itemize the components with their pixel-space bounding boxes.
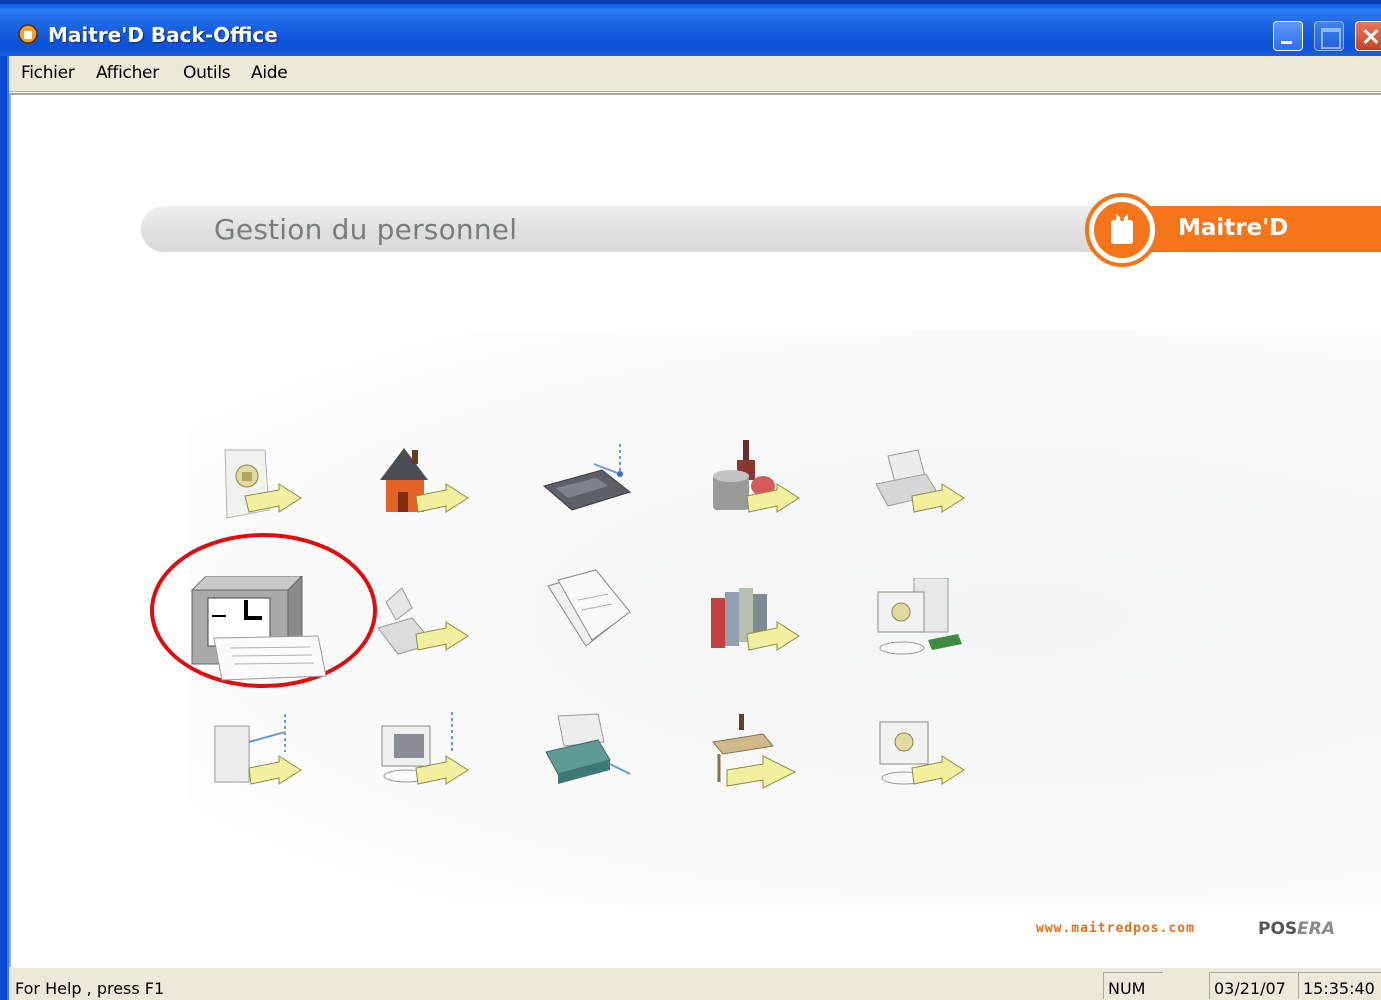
menu-fichier[interactable]: Fichier [21,63,75,83]
posera-logo: POSERA [1258,919,1335,939]
scanner-export-icon[interactable] [372,578,482,678]
server-export-icon[interactable] [205,712,315,812]
documents-icon[interactable] [538,566,648,666]
window-title: Maitre'D Back-Office [48,23,278,47]
footer-url-link[interactable]: www.maitredpos.com [1036,921,1195,936]
printer-export-icon[interactable] [868,440,978,540]
computer-export-icon[interactable] [868,578,978,678]
status-time: 15:35:40 [1298,972,1381,999]
maximize-button[interactable] [1314,21,1344,51]
status-date: 03/21/07 [1209,972,1297,999]
calculator-export-icon[interactable] [538,440,648,540]
maitred-logo-inner [1094,202,1150,258]
title-bar[interactable]: Maitre'D Back-Office [0,0,1381,56]
menu-outils[interactable]: Outils [183,63,231,83]
table-export-icon[interactable] [703,712,813,812]
device-export-icon[interactable] [538,712,648,812]
status-num-indicator: NUM [1103,972,1163,999]
waiter-icon [1111,214,1133,244]
maitred-app-icon [18,24,38,44]
status-help-text: For Help , press F1 [15,979,165,998]
menu-afficher[interactable]: Afficher [96,63,159,83]
minimize-button[interactable] [1273,21,1303,51]
section-title: Gestion du personnel [214,213,518,246]
status-bar: For Help , press F1 NUM 03/21/07 15:35:4… [9,967,1381,1000]
brand-era-text: ERA [1297,919,1336,939]
house-export-icon[interactable] [372,440,482,540]
logo-text: Maitre'D [1178,215,1289,241]
brand-pos-text: POS [1258,919,1298,939]
menu-bar: Fichier Afficher Outils Aide [9,56,1381,92]
binders-export-icon[interactable] [703,578,813,678]
menu-aide[interactable]: Aide [251,63,288,83]
close-button[interactable] [1355,21,1381,51]
monitor-export-icon[interactable] [868,712,978,812]
wine-export-icon[interactable] [703,440,813,540]
terminal-export-icon[interactable] [372,712,482,812]
time-clock-icon[interactable] [186,574,331,686]
window-frame-left [0,56,9,1000]
certificate-export-icon[interactable] [205,440,315,540]
